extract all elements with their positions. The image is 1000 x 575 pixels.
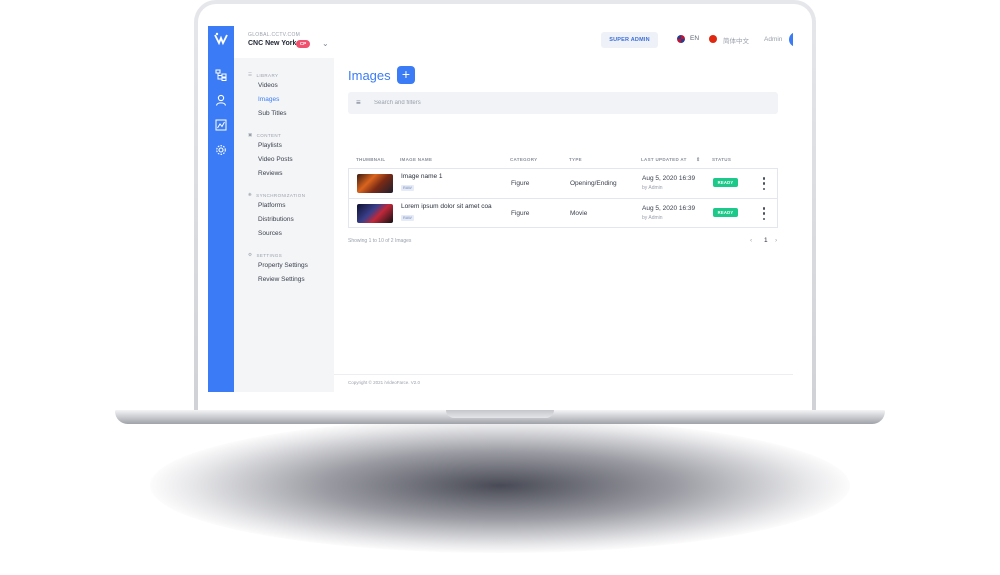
section-title: CONTENT	[256, 132, 282, 138]
hierarchy-icon[interactable]	[214, 68, 228, 82]
avatar[interactable]: A	[789, 32, 793, 47]
thumbnail-image[interactable]	[357, 174, 393, 193]
user-name[interactable]: Admin	[764, 36, 782, 43]
lang-zh-option[interactable]: 简体中文	[723, 35, 749, 45]
status-badge: READY	[713, 208, 738, 217]
section-title: SETTINGS	[256, 252, 283, 258]
image-name[interactable]: Lorem ipsum dolor sit amet coa	[401, 203, 492, 210]
raw-badge: RAW	[401, 185, 414, 191]
type-cell: Opening/Ending	[570, 180, 617, 187]
sidebar-item-property-settings[interactable]: Property Settings	[258, 262, 308, 269]
analytics-icon[interactable]	[214, 118, 228, 132]
top-bar: GLOBAL.CCTV.COM CNC New York CP ⌄ SUPER …	[234, 26, 793, 58]
table-row[interactable]: Lorem ipsum dolor sit amet coa RAW Figur…	[349, 198, 777, 228]
sidebar-section-library: ☰ LIBRARY	[248, 72, 278, 78]
col-category[interactable]: CATEGORY	[510, 157, 537, 162]
table-row[interactable]: Image name 1 RAW Figure Opening/Ending A…	[349, 169, 777, 198]
gear-icon: ⚙	[248, 252, 253, 257]
add-image-button[interactable]: +	[397, 66, 415, 84]
sync-icon: ❋	[248, 192, 253, 197]
sidebar-item-videos[interactable]: Videos	[258, 82, 278, 89]
sidebar-item-reviews[interactable]: Reviews	[258, 170, 283, 177]
category-cell: Figure	[511, 180, 530, 187]
sidebar-item-platforms[interactable]: Platforms	[258, 202, 285, 209]
app-screen: GLOBAL.CCTV.COM CNC New York CP ⌄ SUPER …	[208, 26, 793, 392]
sidebar-section-synchronization: ❋ SYNCHRONIZATION	[248, 192, 305, 198]
laptop-notch	[446, 410, 554, 418]
sidebar-item-review-settings[interactable]: Review Settings	[258, 276, 305, 283]
updated-by: by Admin	[642, 185, 663, 191]
sidebar-item-sub-titles[interactable]: Sub Titles	[258, 110, 287, 117]
more-options-icon[interactable]	[762, 177, 766, 190]
sidebar-section-content: ▣ CONTENT	[248, 132, 281, 138]
copyright-text: Copyright © 2021 iVideoFarce. V2.0	[348, 380, 421, 385]
icon-rail	[208, 26, 234, 392]
page-title: Images	[348, 68, 391, 83]
updated-cell: Aug 5, 2020 16:39	[642, 175, 696, 182]
showing-count: Showing 1 to 10 of 2 Images	[348, 238, 412, 244]
user-icon[interactable]	[214, 93, 228, 107]
document-icon: ▣	[248, 132, 253, 137]
more-options-icon[interactable]	[762, 207, 766, 220]
sidebar-item-sources[interactable]: Sources	[258, 230, 282, 237]
settings-gear-icon[interactable]	[214, 143, 228, 157]
lang-en-option[interactable]: EN	[690, 35, 699, 42]
section-title: LIBRARY	[256, 72, 279, 78]
sidebar-item-video-posts[interactable]: Video Posts	[258, 156, 293, 163]
status-badge: READY	[713, 178, 738, 187]
thumbnail-image[interactable]	[357, 204, 393, 223]
domain-label: GLOBAL.CCTV.COM	[248, 32, 301, 38]
updated-by: by Admin	[642, 215, 663, 221]
super-admin-button[interactable]: SUPER ADMIN	[601, 32, 658, 48]
col-thumbnail: THUMBNAIL	[356, 157, 386, 162]
image-name[interactable]: Image name 1	[401, 173, 443, 180]
brand-badge: CP	[296, 40, 310, 48]
sidebar-item-distributions[interactable]: Distributions	[258, 216, 294, 223]
section-title: SYNCHRONIZATION	[256, 192, 306, 198]
col-last-updated[interactable]: LAST UPDATED AT	[641, 157, 687, 162]
col-type[interactable]: TYPE	[569, 157, 582, 162]
sidebar-section-settings: ⚙ SETTINGS	[248, 252, 282, 258]
sidebar-item-images[interactable]: Images	[258, 96, 279, 103]
uk-flag-icon[interactable]	[677, 35, 685, 43]
china-flag-icon[interactable]	[709, 35, 717, 43]
sidebar: ☰ LIBRARY Videos Images Sub Titles ▣ CON…	[234, 58, 334, 392]
laptop-shadow	[150, 418, 850, 553]
filter-sliders-icon[interactable]: ≡	[356, 98, 361, 107]
main-content: Images + ≡ THUMBNAIL IMAGE NAME CATEGORY…	[334, 58, 793, 392]
sidebar-item-playlists[interactable]: Playlists	[258, 142, 282, 149]
col-image-name[interactable]: IMAGE NAME	[400, 157, 432, 162]
col-status: STATUS	[712, 157, 732, 162]
raw-badge: RAW	[401, 215, 414, 221]
category-cell: Figure	[511, 210, 530, 217]
type-cell: Movie	[570, 210, 588, 217]
footer: Copyright © 2021 iVideoFarce. V2.0	[334, 374, 793, 392]
images-table: Image name 1 RAW Figure Opening/Ending A…	[348, 168, 778, 228]
pagination-prev[interactable]: ‹	[750, 237, 752, 244]
brand-name[interactable]: CNC New York	[248, 40, 296, 47]
chevron-down-icon[interactable]: ⌄	[322, 39, 329, 48]
pagination-next[interactable]: ›	[775, 237, 777, 244]
updated-cell: Aug 5, 2020 16:39	[642, 205, 696, 212]
search-bar[interactable]: ≡	[348, 92, 778, 114]
pagination-page[interactable]: 1	[764, 237, 768, 244]
stack-icon: ☰	[248, 72, 253, 77]
logo-icon[interactable]	[214, 32, 228, 46]
sort-icon[interactable]: ⇕	[696, 157, 701, 163]
search-input[interactable]	[374, 97, 764, 109]
